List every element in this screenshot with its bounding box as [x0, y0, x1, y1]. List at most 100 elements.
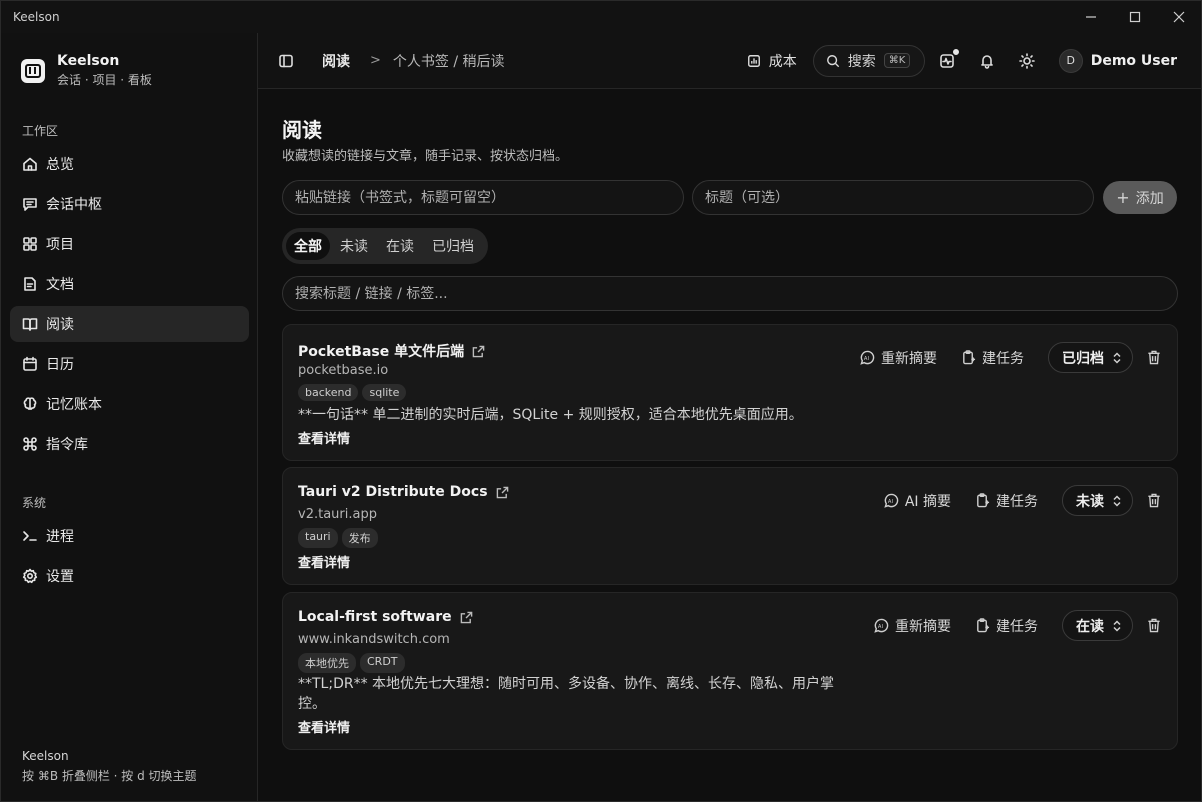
card-title-link[interactable]: Local-first software: [298, 609, 473, 625]
external-link-icon[interactable]: [460, 611, 473, 624]
breadcrumb-separator: >: [370, 53, 381, 68]
status-select[interactable]: 未读: [1062, 485, 1133, 516]
reading-card: Tauri v2 Distribute Docs v2.tauri.app ta…: [282, 467, 1178, 585]
search-shortcut: ⌘K: [883, 53, 911, 68]
sidebar-item-docs[interactable]: 文档: [10, 266, 249, 302]
activity-button[interactable]: [939, 47, 960, 69]
breadcrumb-page: 个人书签 / 稍后读: [392, 53, 505, 70]
sidebar-item-settings[interactable]: 设置: [10, 558, 249, 594]
terminal-icon: [22, 528, 38, 544]
external-link-icon[interactable]: [472, 345, 485, 358]
card-title: PocketBase 单文件后端: [298, 344, 465, 360]
title-input[interactable]: [692, 180, 1094, 215]
ai-summary-button[interactable]: AI 重新摘要: [874, 616, 951, 636]
details-link[interactable]: 查看详情: [298, 428, 350, 447]
sidebar-item-label: 进程: [46, 529, 74, 545]
workspace-section-label: 工作区: [22, 124, 59, 138]
status-value: 未读: [1076, 493, 1104, 510]
user-name: Demo User: [1090, 52, 1177, 69]
tag-chip[interactable]: 发布: [341, 528, 378, 548]
sidebar-item-label: 项目: [46, 237, 74, 253]
global-search-button[interactable]: 搜索 ⌘K: [812, 44, 925, 77]
create-task-button[interactable]: 建任务: [975, 491, 1038, 511]
status-value: 已归档: [1062, 350, 1104, 367]
status-tabs: 全部 未读 在读 已归档: [282, 228, 488, 264]
status-value: 在读: [1076, 618, 1104, 635]
plus-icon: +: [1116, 188, 1130, 207]
card-title-link[interactable]: PocketBase 单文件后端: [298, 341, 485, 361]
chevron-up-down-icon: [1113, 494, 1121, 507]
add-button[interactable]: + 添加: [1103, 181, 1177, 214]
tag-chip[interactable]: 本地优先: [298, 653, 356, 673]
clipboard-plus-icon: [977, 493, 990, 508]
tag-chip[interactable]: backend: [298, 384, 359, 401]
document-icon: [22, 276, 38, 292]
sidebar-item-sessions[interactable]: 会话中枢: [10, 186, 249, 222]
ai-summary-button[interactable]: AI 重新摘要: [860, 348, 937, 368]
status-select[interactable]: 已归档: [1048, 342, 1133, 373]
delete-button[interactable]: [1147, 350, 1161, 365]
search-input[interactable]: [282, 276, 1178, 311]
breadcrumb-current[interactable]: 阅读: [322, 51, 350, 71]
tag-chip[interactable]: sqlite: [362, 384, 407, 401]
reading-card: Local-first software www.inkandswitch.co…: [282, 592, 1178, 750]
close-icon: [1173, 11, 1185, 23]
cost-button[interactable]: 成本: [747, 51, 797, 71]
tab-reading[interactable]: 在读: [378, 232, 422, 260]
page-subtitle: 收藏想读的链接与文章，随手记录、按状态归档。: [282, 149, 569, 164]
theme-toggle-button[interactable]: [1018, 52, 1035, 69]
link-input[interactable]: [282, 180, 684, 215]
create-task-button[interactable]: 建任务: [975, 616, 1038, 636]
title-bar: Keelson: [1, 1, 1201, 33]
sun-icon: [1018, 52, 1035, 69]
brand-name: Keelson: [57, 53, 120, 69]
sidebar-item-projects[interactable]: 项目: [10, 226, 249, 262]
sidebar-item-calendar[interactable]: 日历: [10, 346, 249, 382]
brand[interactable]: Keelson 会话 · 项目 · 看板: [21, 53, 152, 88]
ai-summary-label: 重新摘要: [881, 350, 937, 367]
tag-chip[interactable]: tauri: [298, 528, 338, 548]
gear-icon: [22, 568, 38, 584]
tab-archived[interactable]: 已归档: [424, 232, 482, 260]
command-icon: [22, 436, 38, 452]
card-title: Local-first software: [298, 609, 452, 625]
create-task-label: 建任务: [996, 618, 1038, 635]
minimize-button[interactable]: [1069, 1, 1113, 33]
card-domain: v2.tauri.app: [298, 507, 377, 522]
external-link-icon[interactable]: [496, 486, 509, 499]
user-menu[interactable]: D Demo User: [1058, 48, 1177, 73]
tag-chip[interactable]: CRDT: [360, 653, 405, 673]
chat-icon: [22, 196, 38, 212]
close-window-button[interactable]: [1157, 1, 1201, 33]
sidebar-toggle-button[interactable]: [278, 53, 294, 69]
ai-chat-icon: AI: [874, 618, 889, 633]
delete-button[interactable]: [1147, 618, 1161, 633]
sidebar-item-overview[interactable]: 总览: [10, 146, 249, 182]
create-task-button[interactable]: 建任务: [961, 348, 1024, 368]
sidebar-item-label: 日历: [46, 357, 74, 373]
sidebar-item-processes[interactable]: 进程: [10, 518, 249, 554]
card-actions: AI 重新摘要 建任务 已归档: [836, 342, 1161, 373]
tab-unread[interactable]: 未读: [332, 232, 376, 260]
details-link[interactable]: 查看详情: [298, 717, 350, 736]
ai-chat-icon: AI: [860, 350, 875, 365]
sidebar-item-memory[interactable]: 记忆账本: [10, 386, 249, 422]
status-select[interactable]: 在读: [1062, 610, 1133, 641]
notifications-button[interactable]: [979, 53, 995, 69]
sidebar-item-reading[interactable]: 阅读: [10, 306, 249, 342]
brain-icon: [22, 396, 38, 412]
maximize-icon: [1129, 11, 1141, 23]
card-title-link[interactable]: Tauri v2 Distribute Docs: [298, 484, 509, 500]
svg-text:AI: AI: [888, 499, 894, 505]
sidebar-item-label: 总览: [46, 157, 74, 173]
page-title: 阅读: [282, 118, 322, 142]
notification-dot: [951, 47, 960, 56]
maximize-button[interactable]: [1113, 1, 1157, 33]
system-nav: 进程 设置: [10, 518, 249, 598]
tab-all[interactable]: 全部: [286, 232, 330, 260]
ai-summary-button[interactable]: AI AI 摘要: [884, 491, 951, 511]
details-link[interactable]: 查看详情: [298, 552, 350, 571]
delete-button[interactable]: [1147, 493, 1161, 508]
card-domain: pocketbase.io: [298, 363, 389, 378]
sidebar-item-commands[interactable]: 指令库: [10, 426, 249, 462]
